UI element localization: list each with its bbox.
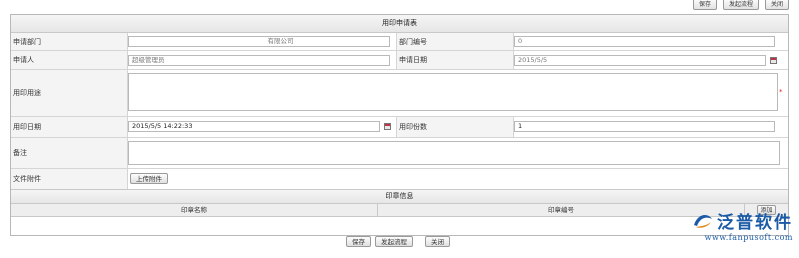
remark-textarea[interactable] xyxy=(128,141,780,165)
row-attachment: 文件附件 上传附件 xyxy=(11,169,788,190)
remark-label: 备注 xyxy=(11,138,128,168)
dept-field[interactable]: 有限公司 xyxy=(128,36,390,47)
required-mark: * xyxy=(779,88,783,96)
row-applicant: 申请人 超级管理员 申请日期 2015/5/5 xyxy=(11,51,788,70)
dept-no-label: 部门编号 xyxy=(396,33,514,50)
close-button[interactable]: 关闭 xyxy=(425,236,450,247)
copies-field[interactable]: 1 xyxy=(514,121,775,132)
seal-application-form: 用印申请表 申请部门 有限公司 部门编号 0 申请人 超级管理员 申请日期 20… xyxy=(10,14,789,236)
top-start-flow-button[interactable]: 发起流程 xyxy=(722,0,759,10)
calendar-icon[interactable] xyxy=(384,123,391,130)
copies-label: 用印份数 xyxy=(396,117,514,137)
row-department: 申请部门 有限公司 部门编号 0 xyxy=(11,33,788,51)
upload-attachment-button[interactable]: 上传附件 xyxy=(130,173,168,184)
dept-no-field[interactable]: 0 xyxy=(514,36,775,47)
row-use-date: 用印日期 2015/5/5 14:22:33 用印份数 1 xyxy=(11,117,788,138)
use-date-field[interactable]: 2015/5/5 14:22:33 xyxy=(128,121,380,132)
apply-date-label: 申请日期 xyxy=(396,51,514,69)
applicant-label: 申请人 xyxy=(11,51,128,69)
seal-section-title: 印章信息 xyxy=(11,190,788,204)
bottom-action-bar: 保存 发起流程 关闭 xyxy=(0,236,799,248)
purpose-label: 用印用途 xyxy=(11,70,128,116)
form-title: 用印申请表 xyxy=(11,15,788,33)
applicant-field[interactable]: 超级管理员 xyxy=(128,55,390,66)
top-close-button[interactable]: 关闭 xyxy=(764,0,789,10)
purpose-textarea[interactable] xyxy=(128,73,778,111)
start-flow-button[interactable]: 发起流程 xyxy=(375,236,413,247)
top-save-button[interactable]: 保存 xyxy=(692,0,717,10)
seal-name-header: 印章名称 xyxy=(11,204,378,217)
dept-label: 申请部门 xyxy=(11,33,128,50)
top-action-bar: 保存 发起流程 关闭 xyxy=(692,0,789,10)
save-button[interactable]: 保存 xyxy=(346,236,371,247)
brand-mark-icon xyxy=(694,214,712,228)
brand-logo-row: 泛普软件 xyxy=(692,208,793,233)
seal-number-header: 印章编号 xyxy=(378,204,745,217)
apply-date-field[interactable]: 2015/5/5 xyxy=(514,55,766,66)
dept-value: 有限公司 xyxy=(267,37,294,45)
row-purpose: 用印用途 * xyxy=(11,70,788,117)
brand-name: 泛普软件 xyxy=(717,213,793,233)
row-remark: 备注 xyxy=(11,138,788,169)
attachment-label: 文件附件 xyxy=(11,169,128,189)
use-date-label: 用印日期 xyxy=(11,117,128,137)
calendar-icon[interactable] xyxy=(770,57,777,64)
